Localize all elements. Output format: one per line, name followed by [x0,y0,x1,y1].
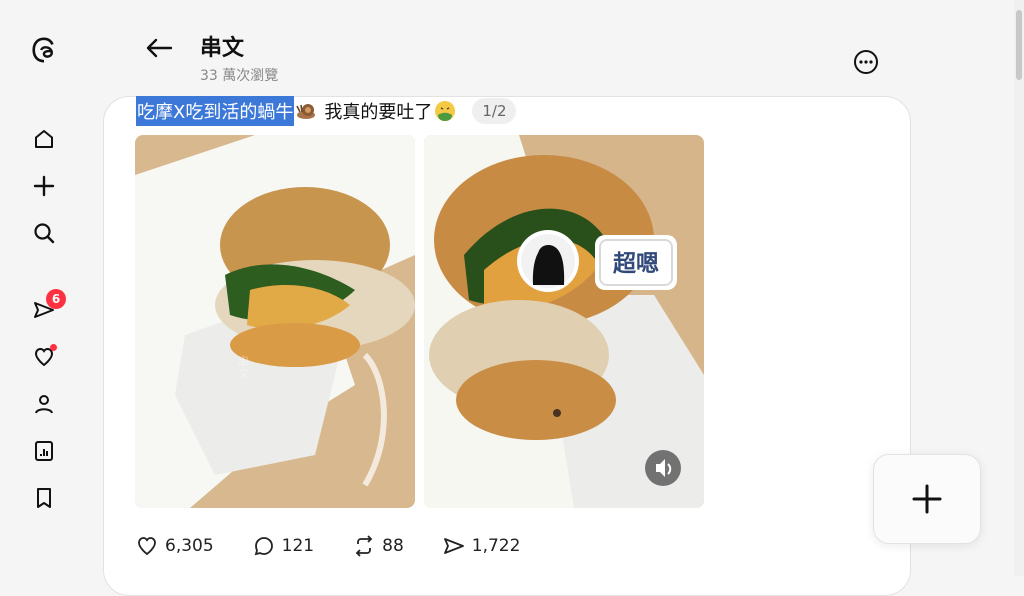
comment-icon [254,537,273,556]
post-body-text: 我真的要吐了 [324,102,433,123]
vertical-scrollbar[interactable] [1014,0,1024,576]
post-text: 吃摩X吃到活的蝸牛 我真的要吐了 1/2 [136,96,517,126]
back-arrow-icon[interactable] [144,36,174,60]
comment-button[interactable]: 121 [252,534,314,558]
post-image-1[interactable]: 串文 [135,135,415,508]
threads-logo-icon[interactable] [30,36,58,64]
overlay-label[interactable]: 超嗯 [595,235,677,290]
profile-icon[interactable] [30,390,58,418]
saved-icon[interactable] [30,484,58,512]
heart-icon [138,537,156,556]
plus-icon [912,484,942,514]
repost-button[interactable]: 88 [352,534,404,558]
new-post-button[interactable] [873,454,981,544]
svg-text:串文: 串文 [236,355,250,379]
overlay-label-text: 超嗯 [613,251,659,277]
page-header: 串文 33 萬次瀏覽 [130,28,890,88]
heart-icon[interactable] [30,343,58,371]
volume-icon[interactable] [645,450,681,486]
profile-avatar-overlay[interactable] [517,230,579,292]
share-count: 1,722 [471,536,521,556]
repost-count: 88 [382,536,404,556]
create-icon[interactable] [30,172,58,200]
like-button[interactable]: 6,305 [135,534,214,558]
message-badge: 6 [46,289,66,309]
repost-icon [355,535,373,557]
page-title: 串文 [200,36,245,61]
share-icon [443,538,464,554]
notification-dot [50,344,57,351]
scrollbar-thumb[interactable] [1016,10,1022,80]
snail-icon [296,100,318,122]
view-count: 33 萬次瀏覽 [200,68,279,84]
comment-count: 121 [281,536,315,556]
more-options-icon[interactable] [852,48,880,76]
messages-icon[interactable]: 6 [30,289,66,324]
share-button[interactable]: 1,722 [442,534,521,558]
post-actions: 6,305 121 88 1,722 [135,534,558,558]
sidebar: 6 [0,0,88,576]
post-image-2[interactable]: 超嗯 [424,135,704,508]
nauseated-face-icon [434,100,456,122]
search-icon[interactable] [30,219,58,247]
image-page-indicator: 1/2 [472,98,517,124]
like-count: 6,305 [165,536,214,556]
insights-icon[interactable] [30,437,58,465]
home-icon[interactable] [30,125,58,153]
highlighted-post-text[interactable]: 吃摩X吃到活的蝸牛 [136,96,295,126]
